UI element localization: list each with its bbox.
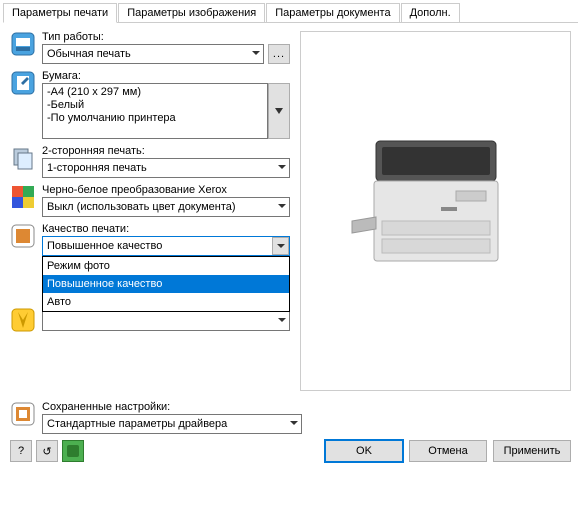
duplex-label: 2-сторонняя печать: [42,145,290,157]
presets-select[interactable] [42,311,290,331]
help-button[interactable]: ? [10,440,32,462]
quality-dropdown: Режим фото Повышенное качество Авто [42,256,290,312]
apply-button[interactable]: Применить [493,440,571,462]
eco-button[interactable] [62,440,84,462]
job-type-select[interactable]: Обычная печать [42,44,264,64]
tab-image-options[interactable]: Параметры изображения [118,3,265,22]
saved-settings-select[interactable]: Стандартные параметры драйвера [42,414,302,434]
paper-dropdown-button[interactable] [268,83,290,139]
quality-label: Качество печати: [42,223,290,235]
presets-icon [10,307,36,333]
printer-image [346,121,526,301]
job-type-more-button[interactable]: ... [268,44,290,64]
cancel-button[interactable]: Отмена [409,440,487,462]
paper-icon [10,70,36,96]
job-type-label: Тип работы: [42,31,290,43]
duplex-icon [10,145,36,171]
tab-print-options[interactable]: Параметры печати [3,3,117,23]
saved-settings-icon [10,401,36,427]
bw-select[interactable]: Выкл (использовать цвет документа) [42,197,290,217]
paper-label: Бумага: [42,70,290,82]
quality-option-photo[interactable]: Режим фото [43,257,289,275]
color-icon [10,184,36,210]
quality-option-enhanced[interactable]: Повышенное качество [43,275,289,293]
quality-select[interactable]: Повышенное качество [42,236,290,256]
tab-advanced[interactable]: Дополн. [401,3,460,22]
reset-button[interactable]: ↺ [36,440,58,462]
duplex-select[interactable]: 1-сторонняя печать [42,158,290,178]
saved-settings-label: Сохраненные настройки: [42,401,571,413]
quality-icon [10,223,36,249]
ok-button[interactable]: OK [325,440,403,462]
printer-preview [300,31,571,391]
paper-line: -По умолчанию принтера [47,112,263,125]
paper-list[interactable]: -A4 (210 x 297 мм) -Белый -По умолчанию … [42,83,268,139]
tab-bar: Параметры печати Параметры изображения П… [3,3,578,23]
bw-label: Черно-белое преобразование Xerox [42,184,290,196]
job-type-icon [10,31,36,57]
quality-option-auto[interactable]: Авто [43,293,289,311]
quality-dropdown-button[interactable] [272,237,289,255]
tab-document-options[interactable]: Параметры документа [266,3,399,22]
paper-line: -Белый [47,99,263,112]
paper-line: -A4 (210 x 297 мм) [47,86,263,99]
